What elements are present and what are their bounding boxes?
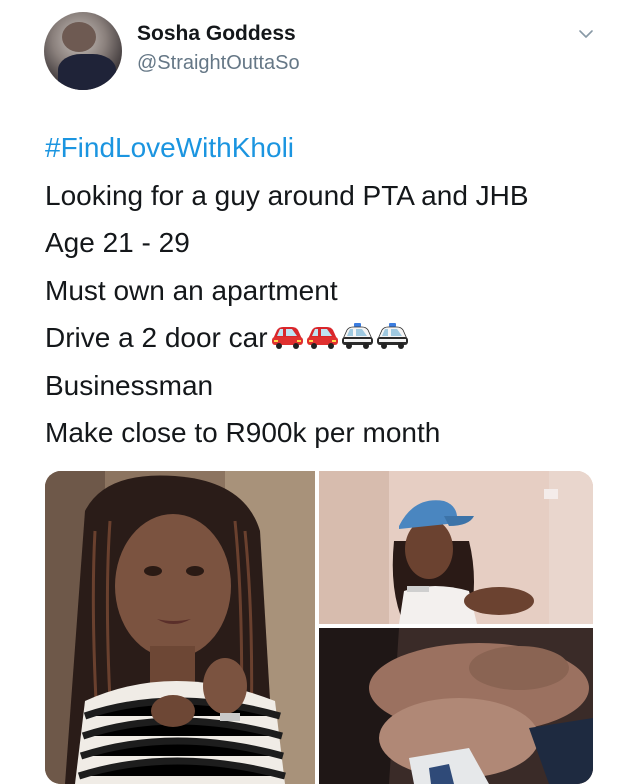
avatar-shirt: [58, 54, 116, 90]
avatar[interactable]: [44, 12, 122, 90]
tweet-line: Looking for a guy around PTA and JHB: [45, 179, 529, 211]
tweet-line: Age 21 - 29: [45, 227, 190, 258]
display-name[interactable]: Sosha Goddess: [137, 22, 296, 46]
avatar-face: [62, 22, 96, 52]
chevron-down-icon[interactable]: [578, 26, 594, 42]
tweet-line: Must own an apartment: [45, 274, 338, 306]
media-grid: [45, 471, 593, 784]
hashtag-link[interactable]: #FindLoveWithKholi: [45, 132, 294, 163]
tweet-line: Drive a 2 door car: [45, 322, 268, 353]
police-car-emoji: [341, 322, 373, 349]
photo-selfie-braids[interactable]: [45, 471, 315, 784]
photo-closeup[interactable]: [319, 628, 593, 784]
car-emoji-group: [270, 316, 410, 364]
user-handle[interactable]: @StraightOuttaSo: [137, 52, 300, 75]
photo-blue-cap[interactable]: [319, 471, 593, 624]
tweet-line: Make close to R900k per month: [45, 417, 441, 448]
tweet-text: #FindLoveWithKholi Looking for a guy aro…: [45, 124, 615, 457]
police-car-emoji: [376, 322, 408, 349]
tweet-line: Businessman: [45, 369, 214, 401]
tweet-card: Sosha Goddess @StraightOuttaSo #FindLove…: [0, 0, 634, 784]
red-car-emoji: [271, 326, 303, 349]
red-car-emoji: [306, 326, 338, 349]
